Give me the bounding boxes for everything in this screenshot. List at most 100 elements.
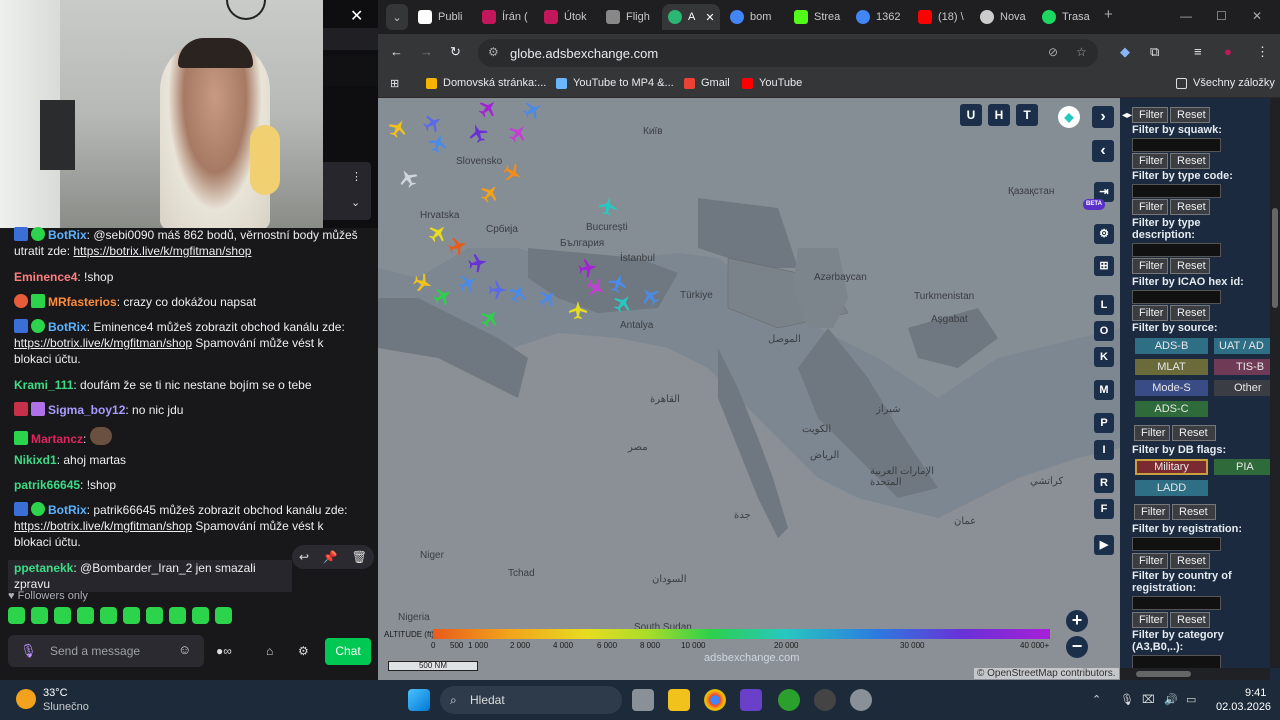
mic-tray-icon[interactable]: 🎙: [1120, 693, 1134, 706]
extension-icon[interactable]: ◆: [1120, 44, 1130, 60]
type-description-input[interactable]: [1132, 243, 1221, 257]
filter-button[interactable]: Filter: [1132, 553, 1168, 569]
emote-icon[interactable]: [31, 607, 48, 624]
tab[interactable]: 1362: [856, 4, 912, 30]
tab-active[interactable]: A ✕: [662, 4, 720, 30]
profile-avatar[interactable]: ●: [1224, 44, 1232, 59]
filter-button[interactable]: Filter: [1134, 504, 1170, 520]
tab[interactable]: Fligh: [606, 4, 662, 30]
bookmark-item[interactable]: YouTube: [742, 77, 802, 89]
reset-button[interactable]: Reset: [1170, 305, 1210, 321]
reset-button[interactable]: Reset: [1172, 425, 1216, 441]
back-icon[interactable]: ←: [390, 44, 403, 59]
sun-icon[interactable]: [16, 689, 36, 709]
hscrollbar-thumb[interactable]: [1136, 671, 1191, 677]
panel-scrollbar[interactable]: [1270, 98, 1280, 668]
aircraft-icon[interactable]: [637, 283, 662, 308]
shop-link[interactable]: https://botrix.live/k/mgfitman/shop: [73, 244, 251, 258]
chat-username[interactable]: BotRix: [48, 320, 87, 334]
map-button-i[interactable]: I: [1094, 440, 1114, 460]
chevron-right-icon[interactable]: ›: [1092, 106, 1114, 128]
address-bar[interactable]: ⚙ globe.adsbexchange.com ⊘ ☆: [478, 39, 1098, 67]
tab[interactable]: Nova: [980, 4, 1036, 30]
emote-icon[interactable]: [215, 607, 232, 624]
flag-ladd[interactable]: LADD: [1135, 480, 1208, 496]
map-button-p[interactable]: P: [1094, 413, 1114, 433]
emote-icon[interactable]: [54, 607, 71, 624]
network-icon[interactable]: ⌧: [1142, 693, 1155, 706]
tab[interactable]: Írán (: [482, 4, 538, 30]
new-tab-icon[interactable]: +: [1104, 6, 1113, 23]
registration-input[interactable]: [1132, 537, 1221, 551]
aircraft-icon[interactable]: [501, 161, 526, 186]
emote-icon[interactable]: [100, 607, 117, 624]
chat-username[interactable]: Nikixd1: [14, 453, 57, 467]
filter-button[interactable]: Filter: [1134, 425, 1170, 441]
source-modes[interactable]: Mode-S: [1135, 380, 1208, 396]
close-window-icon[interactable]: ✕: [1252, 9, 1262, 23]
aircraft-icon[interactable]: [431, 284, 456, 309]
filter-button[interactable]: Filter: [1132, 258, 1168, 274]
panel-hscrollbar[interactable]: [1120, 668, 1270, 680]
map-button-f[interactable]: F: [1094, 499, 1114, 519]
aircraft-icon[interactable]: [466, 121, 489, 144]
rewards-icon[interactable]: ●∞: [216, 644, 232, 658]
tracking-icon[interactable]: ⊘: [1048, 45, 1058, 59]
tray-chevron-icon[interactable]: ⌃: [1092, 693, 1101, 706]
emote-icon[interactable]: [77, 607, 94, 624]
aircraft-icon[interactable]: [446, 234, 469, 257]
close-icon[interactable]: ✕: [350, 6, 363, 26]
aircraft-icon[interactable]: [468, 253, 489, 274]
tab-close-icon[interactable]: ✕: [705, 11, 714, 24]
aircraft-icon[interactable]: [396, 166, 421, 191]
map-button-u[interactable]: U: [960, 104, 982, 126]
apps-grid-icon[interactable]: ⊞: [390, 77, 399, 90]
reset-button[interactable]: Reset: [1170, 107, 1210, 123]
map-button-k[interactable]: K: [1094, 347, 1114, 367]
tab[interactable]: Útok: [544, 4, 600, 30]
replay-icon[interactable]: ▶: [1094, 535, 1114, 555]
shop-link[interactable]: https://botrix.live/k/mgfitman/shop: [14, 519, 192, 533]
aircraft-icon[interactable]: [425, 220, 450, 245]
store-icon[interactable]: ⌂: [266, 644, 273, 658]
windows-start-icon[interactable]: [408, 689, 430, 711]
aircraft-icon[interactable]: [606, 271, 629, 294]
aircraft-icon[interactable]: [421, 111, 446, 136]
aircraft-icon[interactable]: [505, 120, 530, 145]
reset-button[interactable]: Reset: [1170, 553, 1210, 569]
aircraft-icon[interactable]: [535, 285, 560, 310]
chat-username[interactable]: Eminence4: [14, 270, 77, 284]
volume-icon[interactable]: 🔊: [1164, 693, 1178, 706]
tab[interactable]: Strea: [794, 4, 850, 30]
bookmark-item[interactable]: Domovská stránka:...: [426, 77, 546, 89]
reply-icon[interactable]: ↩: [299, 550, 309, 564]
shop-link[interactable]: https://botrix.live/k/mgfitman/shop: [14, 336, 192, 350]
chat-username[interactable]: Krami_111: [14, 378, 73, 392]
bookmark-item[interactable]: YouTube to MP4 &...: [556, 77, 674, 89]
tab[interactable]: bom: [730, 4, 786, 30]
map-button-t[interactable]: T: [1016, 104, 1038, 126]
chat-send-button[interactable]: Chat: [325, 638, 371, 665]
file-explorer-icon[interactable]: [668, 689, 690, 711]
chat-username[interactable]: Sigma_boy12: [48, 403, 125, 417]
aircraft-icon[interactable]: [489, 281, 507, 299]
category-input[interactable]: [1132, 655, 1221, 669]
aircraft-icon[interactable]: [569, 301, 587, 319]
zoom-out-icon[interactable]: −: [1066, 636, 1088, 658]
all-bookmarks[interactable]: Všechny záložky: [1176, 77, 1275, 89]
reset-button[interactable]: Reset: [1172, 504, 1216, 520]
map-button-m[interactable]: M: [1094, 380, 1114, 400]
tab-search-icon[interactable]: ⌄: [386, 4, 408, 30]
aircraft-icon[interactable]: [426, 131, 449, 154]
bookmark-star-icon[interactable]: ☆: [1076, 45, 1087, 59]
aircraft-icon[interactable]: [610, 290, 635, 315]
forward-icon[interactable]: →: [420, 44, 433, 59]
chat-username[interactable]: Martancz: [31, 432, 83, 446]
maximize-icon[interactable]: ☐: [1216, 9, 1227, 23]
reset-button[interactable]: Reset: [1170, 153, 1210, 169]
menu-icon[interactable]: ⋮: [1256, 44, 1269, 60]
task-view-icon[interactable]: [632, 689, 654, 711]
emote-icon[interactable]: [146, 607, 163, 624]
emote-icon[interactable]: [192, 607, 209, 624]
emoji-icon[interactable]: ☺: [178, 642, 191, 657]
